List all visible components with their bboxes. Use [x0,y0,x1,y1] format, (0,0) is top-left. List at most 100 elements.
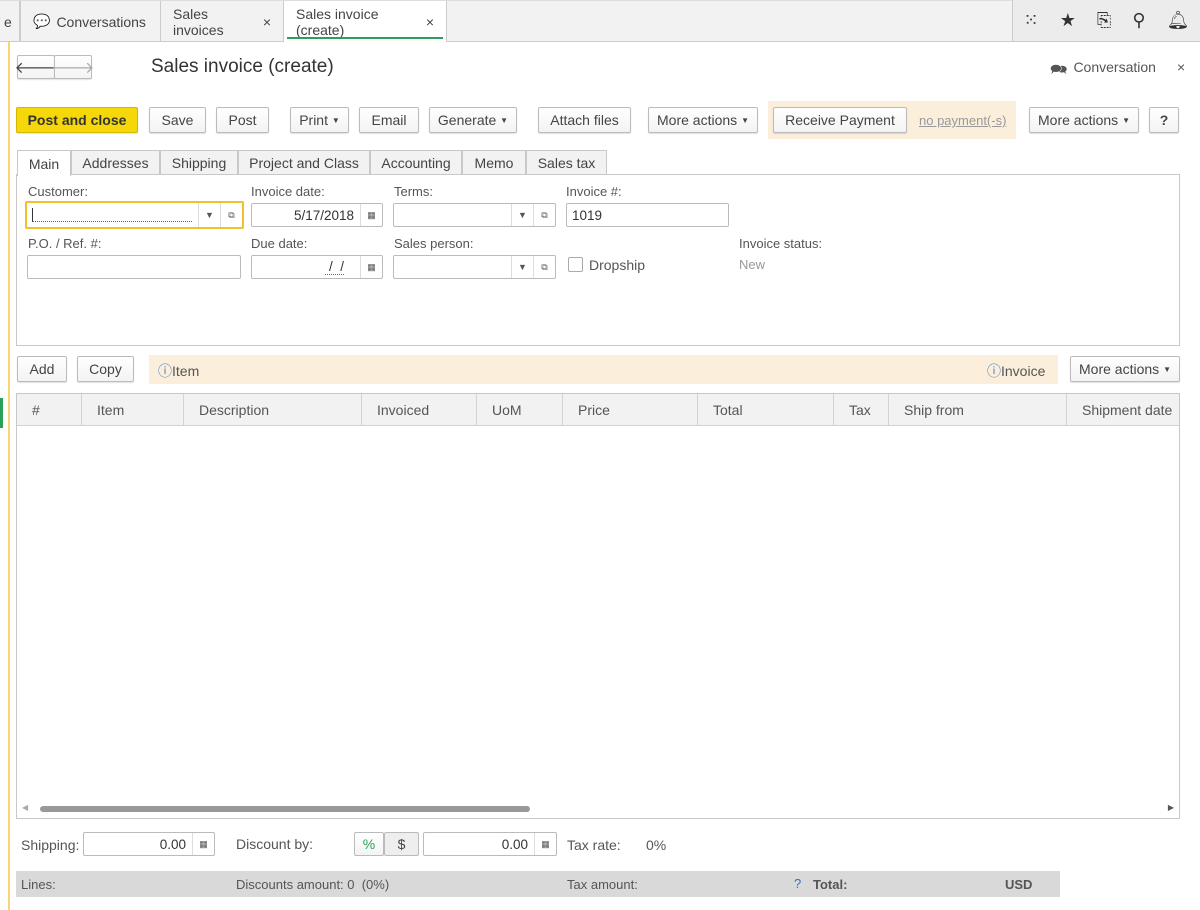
invoice-info-link[interactable]: ⓘInvoice [987,361,1045,381]
tab-main[interactable]: Main [17,150,71,176]
tab-shipping[interactable]: Shipping [160,150,238,175]
dropship-checkbox[interactable] [568,257,583,272]
search-icon[interactable]: ⚲ [1132,10,1145,31]
discounts-amount: Discounts amount: 0 (0%) [236,877,390,892]
star-icon[interactable]: ★ [1060,10,1076,31]
tab-project-and-class[interactable]: Project and Class [238,150,370,175]
discount-dollar-toggle[interactable]: $ [384,832,419,856]
item-info-link[interactable]: ⓘItem [158,361,199,381]
apps-grid-icon[interactable]: ⁙ [1024,10,1039,31]
more-actions-label: More actions [657,112,738,128]
window-tab-sales-invoice-create[interactable]: Sales invoice (create) × [284,1,447,42]
receive-payment-button[interactable]: Receive Payment [773,107,907,133]
post-and-close-button[interactable]: Post and close [16,107,138,133]
save-button[interactable]: Save [149,107,206,133]
open-icon[interactable]: ⧉ [533,204,555,226]
post-button[interactable]: Post [216,107,269,133]
top-icons: ⁙ ★ ⎘ ⚲ 🔔︎ [1012,0,1200,41]
tab-accounting[interactable]: Accounting [370,150,462,175]
horizontal-scrollbar[interactable]: ◀ ▶ [17,802,1179,816]
shipping-field[interactable]: 0.00 ▦ [83,832,215,856]
col-ship-from[interactable]: Ship from [889,394,1067,426]
scroll-left-icon[interactable]: ◀ [22,803,28,812]
generate-label: Generate [437,112,497,128]
discount-field[interactable]: 0.00 ▦ [423,832,557,856]
col-tax[interactable]: Tax [834,394,889,426]
conversation-button[interactable]: 🗪 Conversation [1050,59,1156,83]
invoice-status-value: New [739,257,766,272]
attach-files-button[interactable]: Attach files [538,107,631,133]
invoice-number-field[interactable]: 1019 [566,203,729,227]
invoice-info-label: Invoice [1001,363,1046,379]
po-ref-label: P.O. / Ref. #: [28,236,102,251]
lines-more-actions-button[interactable]: More actions ▼ [1070,356,1180,382]
sales-person-field[interactable]: ▼ ⧉ [393,255,556,279]
window-tab-sales-invoices[interactable]: Sales invoices × [161,1,284,42]
more-actions-button[interactable]: More actions ▼ [648,107,758,133]
more-actions-label: More actions [1038,112,1119,128]
dropdown-icon[interactable]: ▼ [511,204,533,226]
calculator-icon[interactable]: ▦ [534,833,556,855]
tax-rate-value: 0% [646,837,667,853]
tab-label: Sales invoice (create) [296,5,379,38]
close-icon[interactable]: × [426,14,434,30]
scroll-right-icon[interactable]: ▶ [1168,803,1174,812]
item-info-label: Item [172,363,200,379]
bell-icon[interactable]: 🔔︎ [1167,10,1190,31]
window-tab-home[interactable]: e [0,1,20,42]
tab-sales-tax[interactable]: Sales tax [526,150,607,175]
close-icon[interactable]: × [263,14,271,30]
col-price[interactable]: Price [563,394,698,426]
col-invoiced[interactable]: Invoiced [362,394,477,426]
col-shipment-date[interactable]: Shipment date [1067,394,1179,426]
print-label: Print [299,112,328,128]
print-button[interactable]: Print ▼ [290,107,349,133]
email-button[interactable]: Email [359,107,419,133]
tax-rate-label: Tax rate: [567,837,621,853]
shipping-value: 0.00 [159,836,186,852]
tab-addresses[interactable]: Addresses [71,150,160,175]
invoice-date-field[interactable]: 5/17/2018 ▦ [251,203,383,227]
history-icon[interactable]: ⎘ [1097,10,1111,31]
col-item[interactable]: Item [82,394,184,426]
col-uom[interactable]: UoM [477,394,563,426]
totals-bar: Lines: Discounts amount: 0 (0%) Tax amou… [16,871,1060,897]
back-button[interactable]: 🡐 [15,55,57,79]
po-ref-field[interactable] [27,255,241,279]
conversation-label: Conversation [1073,59,1156,75]
dropdown-icon[interactable]: ▼ [198,203,220,227]
total-help-icon[interactable]: ? [794,876,801,891]
chevron-down-icon: ▼ [500,115,509,125]
open-icon[interactable]: ⧉ [220,203,242,227]
due-date-label: Due date: [251,236,308,251]
terms-field[interactable]: ▼ ⧉ [393,203,556,227]
generate-button[interactable]: Generate ▼ [429,107,517,133]
col-number[interactable]: # [17,394,82,426]
calendar-icon[interactable]: ▦ [360,256,382,278]
currency: USD [1005,877,1033,892]
col-total[interactable]: Total [698,394,834,426]
discount-percent-toggle[interactable]: % [354,832,384,856]
no-payments-link[interactable]: no payment(-s) [919,113,1006,128]
due-date-field[interactable]: / / ▦ [251,255,383,279]
scrollbar-thumb[interactable] [40,806,530,812]
window-tab-conversations[interactable]: 💬 Conversations [20,1,161,42]
tab-memo[interactable]: Memo [462,150,526,175]
customer-field[interactable]: ▼ ⧉ [25,201,244,229]
add-line-button[interactable]: Add [17,356,67,382]
help-button[interactable]: ? [1149,107,1179,133]
tab-label: e [4,13,12,30]
calendar-icon[interactable]: ▦ [360,204,382,226]
info-strip: ⓘItem ⓘInvoice [149,355,1058,384]
dropdown-icon[interactable]: ▼ [511,256,533,278]
more-actions-button-2[interactable]: More actions ▼ [1029,107,1139,133]
calculator-icon[interactable]: ▦ [192,833,214,855]
tab-label: Conversations [56,13,146,30]
more-actions-label: More actions [1079,361,1160,377]
open-icon[interactable]: ⧉ [533,256,555,278]
copy-line-button[interactable]: Copy [77,356,134,382]
forward-button[interactable]: 🡒 [52,55,94,79]
close-form-button[interactable]: × [1177,59,1185,75]
dropship-label: Dropship [589,257,646,273]
col-description[interactable]: Description [184,394,362,426]
